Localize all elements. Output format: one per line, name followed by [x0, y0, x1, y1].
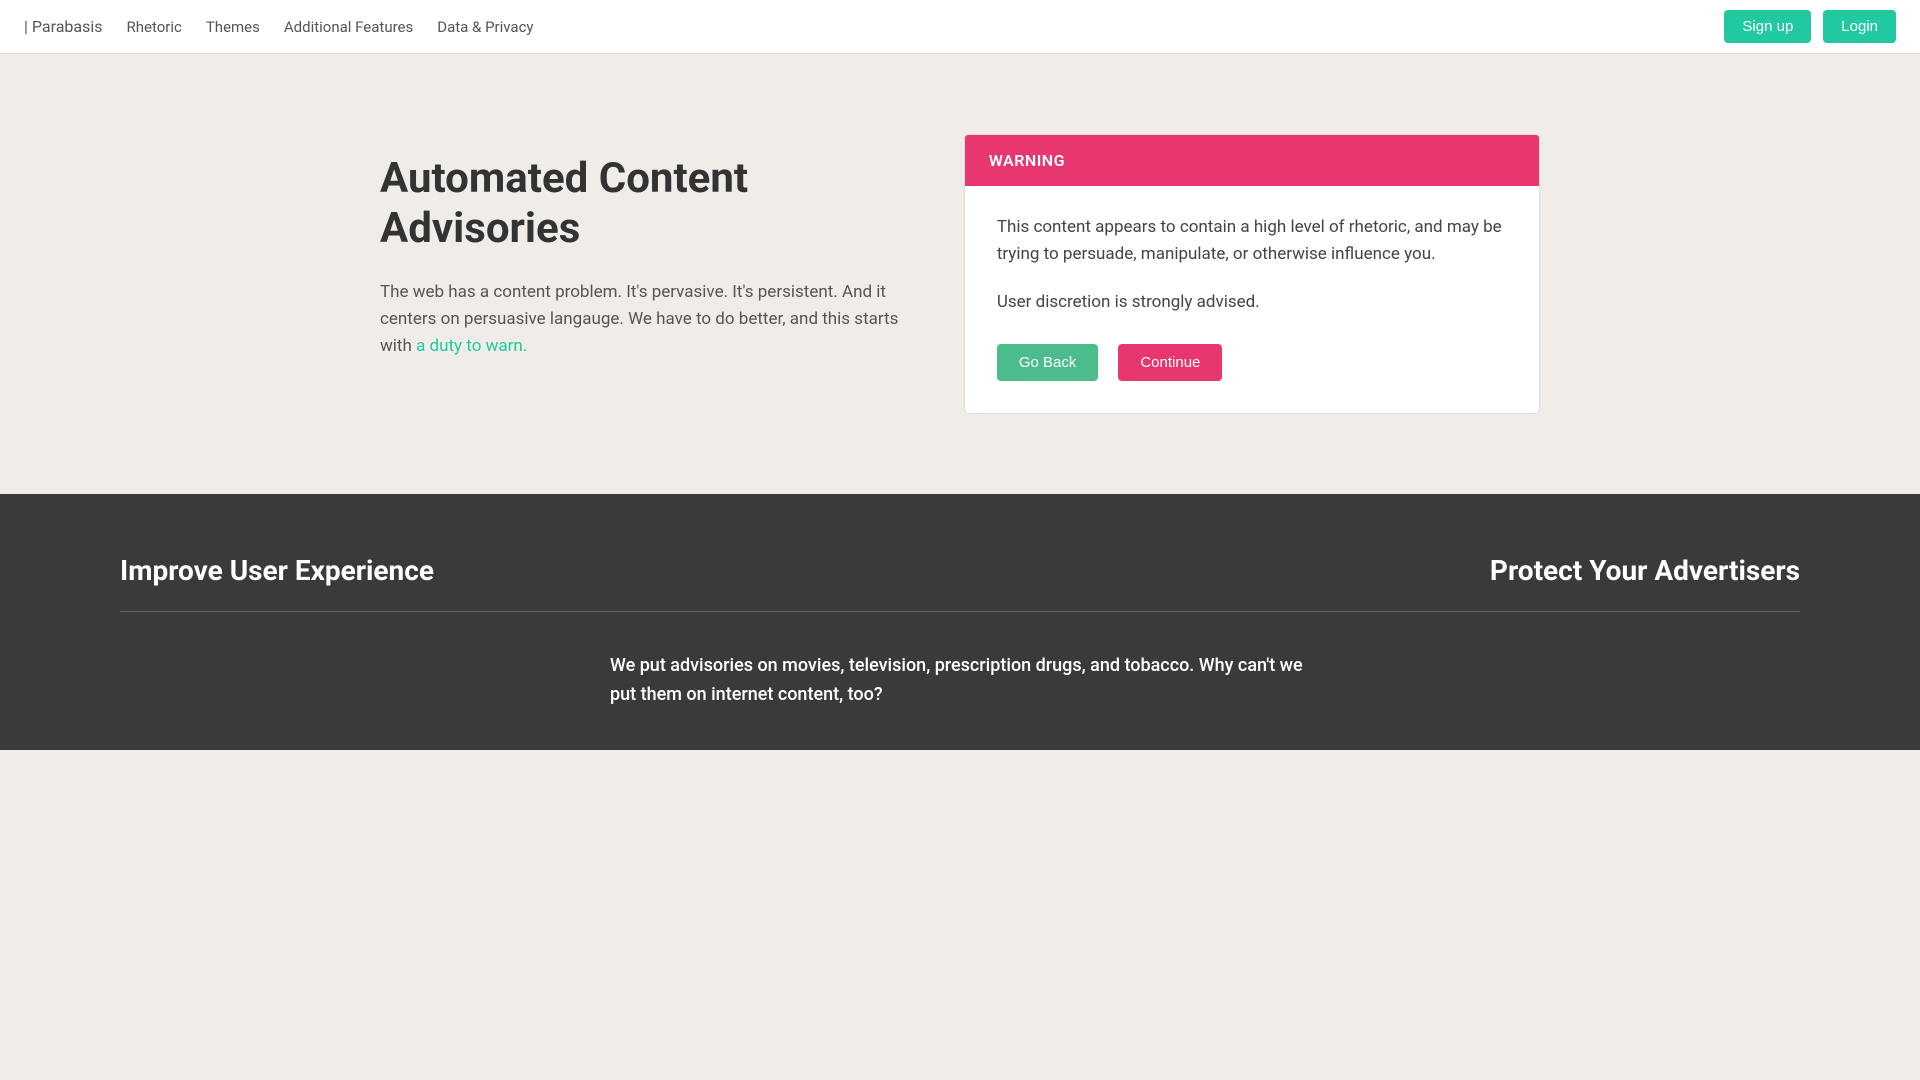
footer-divider [120, 611, 1800, 612]
warning-actions: Go Back Continue [997, 344, 1507, 381]
warning-box: WARNING This content appears to contain … [964, 134, 1540, 414]
warning-text-main: This content appears to contain a high l… [997, 214, 1507, 268]
nav-link-rhetoric[interactable]: Rhetoric [127, 18, 182, 36]
footer-headlines: Improve User Experience Protect Your Adv… [120, 554, 1800, 587]
continue-button[interactable]: Continue [1118, 344, 1222, 381]
footer-headline-right: Protect Your Advertisers [1490, 554, 1800, 587]
signup-button[interactable]: Sign up [1724, 10, 1811, 43]
left-column: Automated Content Advisories The web has… [380, 134, 904, 360]
navbar: | Parabasis Rhetoric Themes Additional F… [0, 0, 1920, 54]
nav-link-themes[interactable]: Themes [206, 18, 260, 36]
page-title: Automated Content Advisories [380, 154, 904, 255]
warning-body: This content appears to contain a high l… [965, 186, 1539, 413]
nav-link-data-privacy[interactable]: Data & Privacy [437, 18, 533, 36]
nav-brand[interactable]: | Parabasis [24, 17, 103, 36]
footer-headline-left: Improve User Experience [120, 554, 434, 587]
login-button[interactable]: Login [1823, 10, 1896, 43]
warning-text-sub: User discretion is strongly advised. [997, 292, 1507, 312]
right-column: WARNING This content appears to contain … [964, 134, 1540, 414]
page-description: The web has a content problem. It's perv… [380, 279, 904, 361]
nav-link-additional-features[interactable]: Additional Features [284, 18, 413, 36]
main-section: Automated Content Advisories The web has… [260, 54, 1660, 494]
duty-to-warn-link[interactable]: a duty to warn. [416, 336, 527, 356]
footer-body-text: We put advisories on movies, television,… [610, 652, 1310, 710]
footer-section: Improve User Experience Protect Your Adv… [0, 494, 1920, 750]
nav-links: Rhetoric Themes Additional Features Data… [127, 18, 1725, 36]
go-back-button[interactable]: Go Back [997, 344, 1099, 381]
nav-actions: Sign up Login [1724, 10, 1896, 43]
warning-header: WARNING [965, 135, 1539, 186]
